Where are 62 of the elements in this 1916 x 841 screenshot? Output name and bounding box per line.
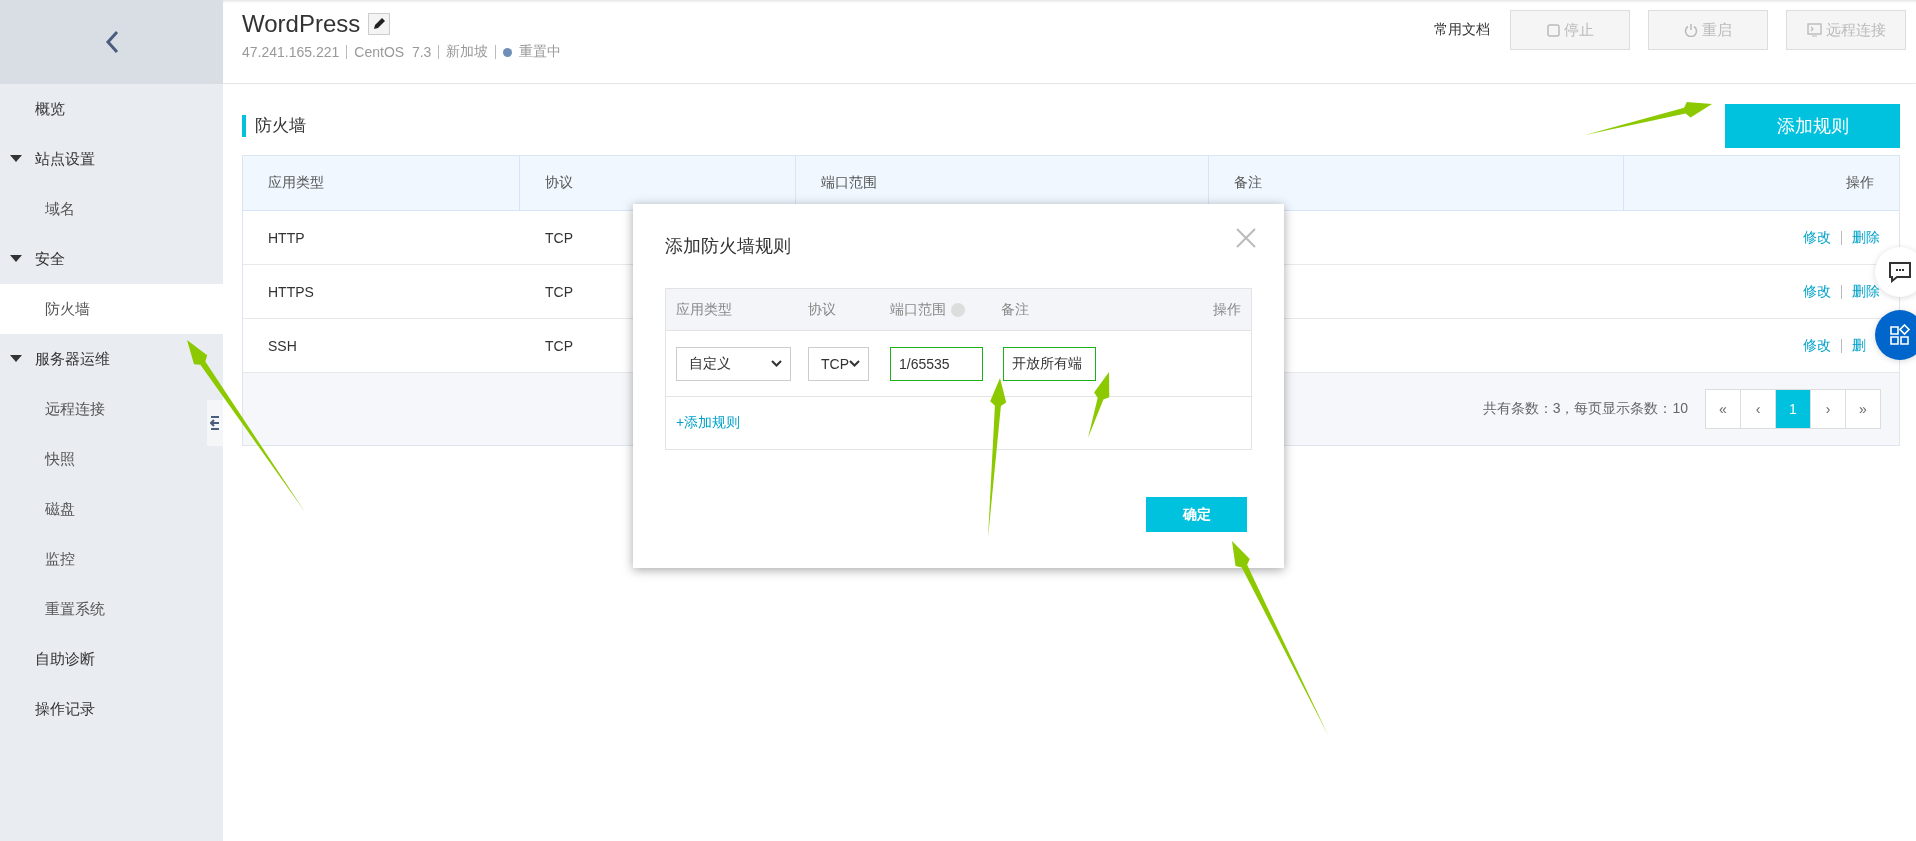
sidebar-subitem[interactable]: 远程连接 — [0, 384, 205, 434]
sidebar-subitem[interactable]: 监控 — [0, 534, 205, 584]
column-header: 应用类型 — [676, 300, 733, 319]
column-header: 应用类型 — [243, 156, 520, 210]
sidebar-item[interactable]: 操作记录 — [0, 684, 205, 734]
sidebar-subitem[interactable]: 重置系统 — [0, 584, 205, 634]
terminal-icon — [1806, 23, 1822, 37]
instance-meta: 新加坡 — [446, 43, 489, 61]
sidebar-item[interactable]: 站点设置 — [0, 134, 205, 184]
page-button[interactable]: » — [1845, 389, 1881, 429]
instance-meta: 47.241.165.221 — [242, 44, 340, 60]
note-input[interactable]: 开放所有端 — [1003, 346, 1096, 381]
sidebar-subitem[interactable]: 快照 — [0, 434, 205, 484]
annotation-arrow — [1088, 372, 1110, 438]
table-cell: TCP — [545, 283, 573, 300]
protocol-select[interactable]: TCP — [808, 346, 869, 381]
column-header: 操作 — [1845, 173, 1875, 192]
sidebar-subitem[interactable]: 域名 — [0, 184, 205, 234]
sidebar-subitem[interactable]: 防火墙 — [0, 284, 223, 334]
sidebar-item[interactable]: 服务器运维 — [0, 334, 205, 384]
caret-icon — [10, 355, 22, 363]
table-cell: TCP — [545, 229, 573, 246]
collapse-icon — [210, 416, 220, 430]
stop-icon — [1546, 23, 1560, 37]
column-header: 备注 — [1001, 300, 1030, 319]
chat-icon — [1888, 261, 1912, 283]
sidebar-item[interactable]: 安全 — [0, 234, 205, 284]
instance-title: WordPress — [242, 10, 361, 38]
column-header: 协议 — [808, 300, 837, 319]
chevron-down-icon — [849, 360, 860, 367]
instance-meta: CentOS 7.3 — [354, 44, 432, 60]
page-button[interactable]: « — [1705, 389, 1741, 429]
pagination-summary: 共有条数：3，每页显示条数：10 — [1482, 400, 1688, 418]
sidebar-item[interactable]: 概览 — [0, 84, 205, 134]
dialog-title: 添加防火墙规则 — [665, 235, 791, 258]
column-header: 端口范围 — [890, 300, 1001, 319]
apps-button[interactable] — [1875, 310, 1916, 360]
page-button[interactable]: › — [1810, 389, 1846, 429]
caret-icon — [10, 155, 22, 163]
power-icon — [1684, 23, 1698, 37]
table-cell: HTTP — [268, 229, 305, 246]
status-dot — [503, 47, 513, 57]
table-cell: TCP — [545, 337, 573, 354]
apps-icon — [1889, 324, 1911, 346]
page-button[interactable]: ‹ — [1740, 389, 1776, 429]
instance-status: 重置中 — [519, 43, 562, 61]
collapse-tab[interactable] — [207, 400, 223, 446]
chevron-down-icon — [771, 360, 782, 367]
docs-link[interactable]: 常用文档 — [1434, 21, 1490, 39]
sidebar-item[interactable]: 自助诊断 — [0, 634, 205, 684]
pencil-icon — [372, 17, 387, 31]
table-cell: SSH — [268, 337, 297, 354]
caret-icon — [10, 255, 22, 263]
type-select[interactable]: 自定义 — [676, 346, 791, 381]
port-range-input[interactable]: 1/65535 — [890, 346, 983, 381]
table-cell: HTTPS — [268, 283, 314, 300]
sidebar-subitem[interactable]: 磁盘 — [0, 484, 205, 534]
close-icon — [1236, 228, 1256, 248]
section-title: 防火墙 — [242, 115, 306, 137]
back-icon[interactable] — [104, 30, 119, 54]
edit-button[interactable] — [368, 13, 391, 35]
column-header: 操作 — [1213, 300, 1241, 319]
